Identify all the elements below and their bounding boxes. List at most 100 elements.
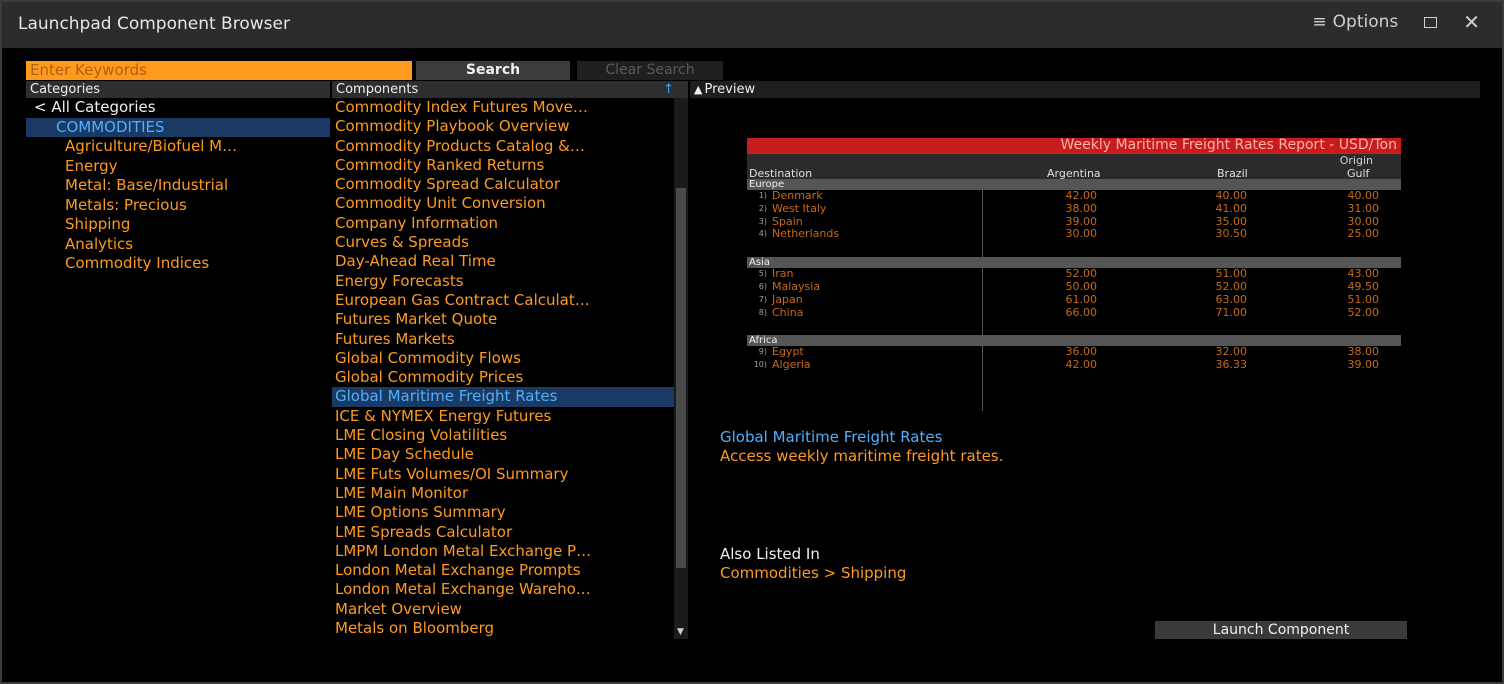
component-item[interactable]: Commodity Unit Conversion <box>332 194 674 213</box>
component-item[interactable]: Commodity Playbook Overview <box>332 117 674 136</box>
also-listed-link[interactable]: Commodities > Shipping <box>720 564 906 582</box>
clear-search-button[interactable]: Clear Search <box>577 61 723 80</box>
category-item[interactable]: Analytics <box>26 235 330 255</box>
component-item[interactable]: London Metal Exchange Prompts <box>332 561 674 580</box>
category-item[interactable]: Shipping <box>26 215 330 235</box>
component-item[interactable]: Day-Ahead Real Time <box>332 252 674 271</box>
component-item[interactable]: London Metal Exchange Wareho… <box>332 580 674 599</box>
rate-argentina: 50.00 <box>1065 279 1098 293</box>
component-item[interactable]: Futures Markets <box>332 330 674 349</box>
rate-brazil: 52.00 <box>1215 279 1248 293</box>
component-item[interactable]: LME Options Summary <box>332 503 674 522</box>
sort-up-icon[interactable]: ↑ <box>663 81 674 98</box>
rate-gulf: 31.00 <box>1347 201 1380 215</box>
freight-report-preview: Weekly Maritime Freight Rates Report - U… <box>747 138 1401 411</box>
report-row[interactable]: 1) Denmark 42.00 40.00 40.00 <box>747 189 1401 203</box>
rate-argentina: 30.00 <box>1065 227 1098 241</box>
rate-brazil: 40.00 <box>1215 189 1248 202</box>
window-controls: ≡ Options ✕ <box>1312 12 1480 32</box>
scroll-down-icon[interactable]: ▼ <box>677 627 684 637</box>
rate-gulf: 39.00 <box>1347 358 1380 372</box>
row-number: 7) <box>758 294 767 304</box>
component-item[interactable]: LME Day Schedule <box>332 445 674 464</box>
launch-component-button[interactable]: Launch Component <box>1155 621 1407 639</box>
report-row[interactable]: 6) Malaysia 50.00 52.00 49.50 <box>747 279 1401 294</box>
row-number: 6) <box>758 281 767 291</box>
row-number: 5) <box>758 269 767 279</box>
report-header-row: Origin Destination Argentina Brazil Gulf <box>747 153 1401 180</box>
category-item[interactable]: Energy <box>26 157 330 177</box>
report-title: Weekly Maritime Freight Rates Report - U… <box>747 138 1401 153</box>
category-commodities[interactable]: COMMODITIES <box>26 117 330 137</box>
component-item[interactable]: Market Overview <box>332 600 674 619</box>
report-body: Europe 1) Denmark 42.00 40.00 40.00 2) West Ita… <box>747 179 1401 372</box>
row-destination: Denmark <box>772 189 823 202</box>
report-row[interactable]: 7) Japan 61.00 63.00 51.00 <box>747 292 1401 307</box>
components-header[interactable]: Components ↑ <box>332 81 688 98</box>
scrollbar-thumb[interactable] <box>676 188 686 568</box>
component-item[interactable]: Commodity Ranked Returns <box>332 156 674 175</box>
component-item[interactable]: Global Commodity Flows <box>332 349 674 368</box>
components-header-label: Components <box>336 82 419 97</box>
component-item[interactable]: Commodity Index Futures Move… <box>332 98 674 117</box>
row-destination: Algeria <box>772 358 811 372</box>
report-row[interactable]: 10) Algeria 42.00 36.33 39.00 <box>747 358 1401 372</box>
rate-argentina: 61.00 <box>1065 292 1098 306</box>
component-item[interactable]: Metals on Bloomberg <box>332 619 674 638</box>
search-input[interactable] <box>26 61 412 80</box>
component-item[interactable]: European Gas Contract Calculat… <box>332 291 674 310</box>
component-item[interactable]: Curves & Spreads <box>332 233 674 252</box>
component-item[interactable]: Commodity Spread Calculator <box>332 175 674 194</box>
component-item[interactable]: LMPM London Metal Exchange P… <box>332 542 674 561</box>
search-button[interactable]: Search <box>416 61 570 80</box>
component-item[interactable]: LME Spreads Calculator <box>332 523 674 542</box>
component-item[interactable]: ICE & NYMEX Energy Futures <box>332 407 674 426</box>
row-destination: Malaysia <box>772 279 821 293</box>
row-number: 1) <box>758 191 767 200</box>
report-row[interactable]: 8) China 66.00 71.00 52.00 <box>747 305 1401 320</box>
component-item[interactable]: LME Closing Volatilities <box>332 426 674 445</box>
rate-argentina: 66.00 <box>1065 305 1098 319</box>
rate-brazil: 71.00 <box>1215 305 1248 319</box>
origin-label: Origin <box>1339 154 1373 167</box>
component-description: Access weekly maritime freight rates. <box>720 447 1004 465</box>
close-icon[interactable]: ✕ <box>1463 12 1480 32</box>
rate-brazil: 36.33 <box>1215 358 1248 372</box>
rate-brazil: 63.00 <box>1215 292 1248 306</box>
category-item[interactable]: Metal: Base/Industrial <box>26 176 330 196</box>
report-row[interactable]: 2) West Italy 38.00 41.00 31.00 <box>747 201 1401 216</box>
component-item[interactable]: Company Information <box>332 214 674 233</box>
component-item-selected[interactable]: Global Maritime Freight Rates <box>332 387 674 407</box>
component-item[interactable]: Energy Forecasts <box>332 272 674 291</box>
launchpad-window: Launchpad Component Browser ≡ Options ✕ … <box>0 0 1504 684</box>
components-list: Commodity Index Futures Move… Commodity P… <box>332 98 674 639</box>
category-item[interactable]: Commodity Indices <box>26 254 330 274</box>
components-scrollbar[interactable]: ▼ <box>674 98 688 639</box>
rate-gulf: 49.50 <box>1347 279 1380 293</box>
categories-header: Categories <box>26 81 330 98</box>
report-row[interactable]: 4) Netherlands 30.00 30.50 25.00 <box>747 228 1401 241</box>
component-item[interactable]: Global Commodity Prices <box>332 368 674 387</box>
row-number: 4) <box>758 229 767 239</box>
component-title: Global Maritime Freight Rates <box>720 428 943 446</box>
component-item[interactable]: LME Main Monitor <box>332 484 674 503</box>
row-destination: China <box>772 305 804 319</box>
title-bar[interactable]: Launchpad Component Browser ≡ Options ✕ <box>2 2 1502 48</box>
categories-list: < All Categories COMMODITIES Agriculture… <box>26 98 330 274</box>
row-destination: West Italy <box>772 201 827 215</box>
category-item[interactable]: Agriculture/Biofuel M… <box>26 137 330 157</box>
rate-argentina: 38.00 <box>1065 201 1098 215</box>
all-categories-link[interactable]: < All Categories <box>26 98 330 118</box>
maximize-icon[interactable] <box>1424 16 1438 28</box>
preview-header[interactable]: ▲ Preview <box>690 81 1480 98</box>
collapse-triangle-icon[interactable]: ▲ <box>694 83 702 96</box>
component-item[interactable]: LME Futs Volumes/OI Summary <box>332 465 674 484</box>
options-menu[interactable]: ≡ Options <box>1312 12 1398 32</box>
category-item[interactable]: Metals: Precious <box>26 196 330 216</box>
rate-brazil: 30.50 <box>1215 227 1248 241</box>
component-item[interactable]: Commodity Products Catalog &… <box>332 137 674 156</box>
also-listed-label: Also Listed In <box>720 545 820 563</box>
component-item[interactable]: Futures Market Quote <box>332 310 674 329</box>
rate-gulf: 40.00 <box>1347 189 1380 202</box>
row-destination: Netherlands <box>772 227 840 241</box>
